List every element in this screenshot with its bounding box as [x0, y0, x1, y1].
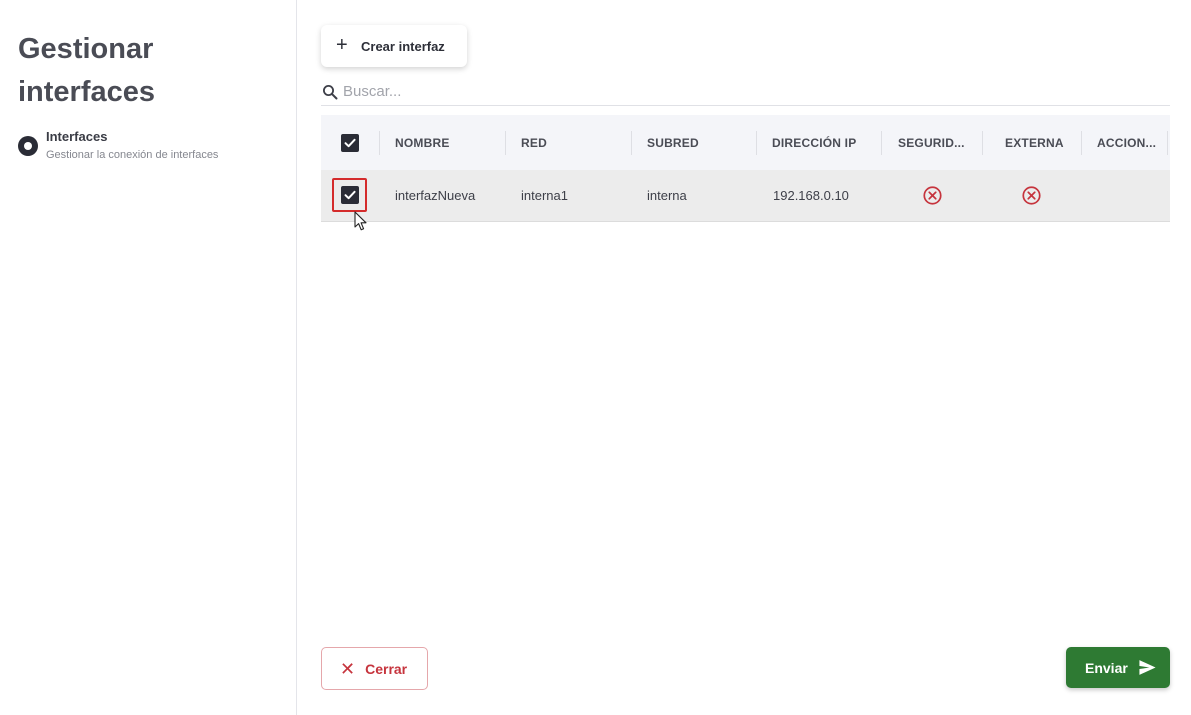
- page-title-line1: Gestionar: [18, 33, 154, 65]
- sidebar: Gestionar interfaces Interfaces Gestiona…: [0, 0, 297, 715]
- column-header-externa[interactable]: EXTERNA: [1005, 115, 1064, 170]
- page-title-line2: interfaces: [18, 76, 156, 108]
- check-icon: [344, 138, 356, 147]
- check-icon: [344, 190, 356, 200]
- select-all-cell: [341, 115, 359, 170]
- send-button-label: Enviar: [1085, 659, 1128, 676]
- interfaces-table: NOMBRE RED SUBRED DIRECCIÓN IP SEGURID..…: [321, 115, 1170, 222]
- cell-externa: [1021, 170, 1042, 221]
- column-header-red[interactable]: RED: [521, 115, 547, 170]
- step-subtitle: Gestionar la conexión de interfaces: [46, 149, 219, 161]
- column-header-acciones[interactable]: ACCION...: [1097, 115, 1156, 170]
- create-interface-button[interactable]: + Crear interfaz: [321, 25, 467, 67]
- select-all-checkbox[interactable]: [341, 133, 359, 152]
- column-header-subred[interactable]: SUBRED: [647, 115, 699, 170]
- close-button-label: Cerrar: [365, 660, 408, 677]
- row-checkbox[interactable]: [340, 186, 359, 204]
- table-header: NOMBRE RED SUBRED DIRECCIÓN IP SEGURID..…: [321, 115, 1170, 170]
- table-row[interactable]: interfazNueva interna1 interna 192.168.0…: [321, 170, 1170, 222]
- send-icon: [1139, 660, 1156, 675]
- cell-red: interna1: [521, 188, 568, 203]
- create-interface-label: Crear interfaz: [361, 38, 445, 54]
- page-title: Gestionar interfaces: [18, 28, 278, 114]
- x-circle-icon: [1022, 186, 1041, 205]
- search-input[interactable]: [343, 83, 1143, 100]
- search-icon: [323, 84, 338, 99]
- close-button[interactable]: ✕ Cerrar: [321, 647, 428, 690]
- mouse-cursor-icon: [354, 211, 367, 231]
- cell-seguridad: [922, 170, 943, 221]
- x-circle-icon: [923, 186, 942, 205]
- close-icon: ✕: [340, 658, 356, 679]
- send-button[interactable]: Enviar: [1066, 647, 1170, 688]
- step-interfaces[interactable]: Interfaces Gestionar la conexión de inte…: [18, 128, 288, 168]
- search-bar: [321, 78, 1170, 106]
- step-title: Interfaces: [46, 129, 108, 144]
- cell-nombre: interfazNueva: [395, 188, 476, 203]
- cell-direccion-ip: 192.168.0.10: [773, 188, 849, 203]
- column-header-seguridad[interactable]: SEGURID...: [898, 115, 965, 170]
- plus-icon: +: [336, 34, 348, 56]
- row-checkbox-highlight: [332, 178, 367, 212]
- step-active-dot-icon: [18, 136, 38, 156]
- column-header-direccion-ip[interactable]: DIRECCIÓN IP: [772, 115, 856, 170]
- column-header-nombre[interactable]: NOMBRE: [395, 115, 450, 170]
- cell-subred: interna: [647, 188, 687, 203]
